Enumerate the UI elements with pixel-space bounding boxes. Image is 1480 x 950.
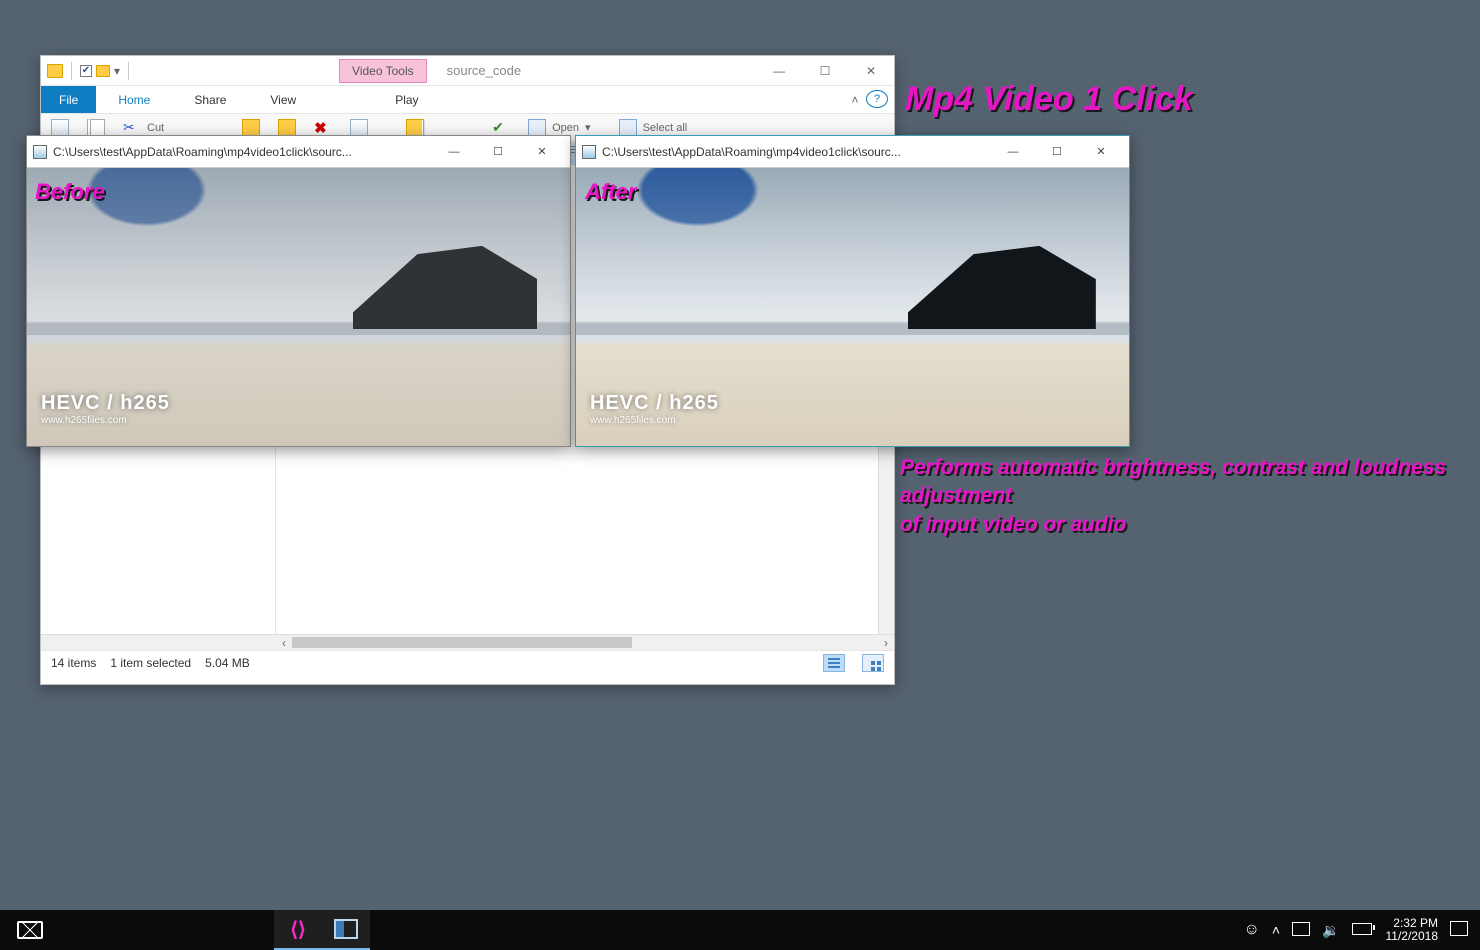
app-icon bbox=[33, 145, 47, 159]
rename-icon[interactable] bbox=[350, 119, 368, 137]
view-large-icons-button[interactable] bbox=[862, 654, 884, 672]
quick-access-toolbar: ✔ ▾ bbox=[41, 62, 139, 80]
copy-icon[interactable] bbox=[87, 119, 105, 137]
tab-share[interactable]: Share bbox=[172, 86, 248, 113]
annotation-after: After bbox=[585, 177, 636, 207]
properties-icon[interactable] bbox=[528, 119, 546, 137]
annotation-description: Performs automatic brightness, contrast … bbox=[900, 454, 1460, 539]
folder-icon bbox=[47, 64, 63, 78]
clock-date: 11/2/2018 bbox=[1386, 930, 1439, 943]
close-button[interactable]: ✕ bbox=[520, 137, 564, 167]
taskbar[interactable]: ⟨⟩ 2:32 PM 11/2/2018 bbox=[0, 910, 1480, 950]
video-window-before: C:\Users\test\AppData\Roaming\mp4video1c… bbox=[26, 135, 571, 447]
move-to-icon[interactable] bbox=[242, 119, 260, 137]
status-bar: 14 items 1 item selected 5.04 MB bbox=[41, 650, 894, 674]
select-all-icon[interactable] bbox=[619, 119, 637, 137]
video-before-title: C:\Users\test\AppData\Roaming\mp4video1c… bbox=[53, 145, 432, 159]
close-button[interactable]: ✕ bbox=[1079, 137, 1123, 167]
new-folder-icon[interactable] bbox=[406, 119, 424, 137]
annotation-before: Before bbox=[35, 177, 105, 207]
tray-overflow-icon[interactable] bbox=[1272, 922, 1280, 938]
context-tab-video-tools[interactable]: Video Tools bbox=[339, 59, 427, 83]
window-title: source_code bbox=[447, 63, 521, 78]
taskbar-app-mp4video1click[interactable]: ⟨⟩ bbox=[274, 910, 322, 950]
maximize-button[interactable]: ☐ bbox=[1035, 137, 1079, 167]
tab-home[interactable]: Home bbox=[96, 86, 172, 113]
qat-properties-icon[interactable]: ✔ bbox=[80, 65, 92, 77]
watermark: HEVC / h265 www.h265files.com bbox=[41, 392, 170, 426]
qat-dropdown-icon[interactable]: ▾ bbox=[114, 64, 120, 78]
tab-view[interactable]: View bbox=[248, 86, 318, 113]
tab-file[interactable]: File bbox=[41, 86, 96, 113]
view-details-button[interactable] bbox=[823, 654, 845, 672]
minimize-button[interactable]: — bbox=[432, 137, 476, 167]
minimize-button[interactable]: — bbox=[991, 137, 1035, 167]
easy-access-icon[interactable] bbox=[492, 119, 510, 137]
battery-icon[interactable] bbox=[1352, 922, 1374, 938]
maximize-button[interactable]: ☐ bbox=[476, 137, 520, 167]
video-after-titlebar[interactable]: C:\Users\test\AppData\Roaming\mp4video1c… bbox=[576, 136, 1129, 168]
annotation-title: Mp4 Video 1 Click bbox=[905, 77, 1193, 123]
explorer-titlebar[interactable]: ✔ ▾ Video Tools source_code — ☐ ✕ bbox=[41, 56, 894, 86]
video-before-content: HEVC / h265 www.h265files.com bbox=[27, 168, 570, 446]
video-after-content: HEVC / h265 www.h265files.com bbox=[576, 168, 1129, 446]
minimize-button[interactable]: — bbox=[756, 56, 802, 86]
taskbar-mail-icon[interactable] bbox=[6, 910, 54, 950]
cut-label: Cut bbox=[147, 122, 164, 134]
horizontal-scrollbar[interactable]: ‹ › bbox=[41, 634, 894, 650]
system-tray: 2:32 PM 11/2/2018 bbox=[1244, 917, 1474, 943]
volume-icon[interactable] bbox=[1322, 922, 1339, 939]
copy-to-icon[interactable] bbox=[278, 119, 296, 137]
qat-new-folder-icon[interactable] bbox=[96, 65, 110, 77]
status-item-count: 14 items bbox=[51, 656, 96, 670]
taskbar-app-window[interactable] bbox=[322, 910, 370, 950]
clock[interactable]: 2:32 PM 11/2/2018 bbox=[1386, 917, 1439, 943]
action-center-icon[interactable] bbox=[1450, 921, 1468, 939]
maximize-button[interactable]: ☐ bbox=[802, 56, 848, 86]
pin-icon[interactable] bbox=[51, 119, 69, 137]
app-icon bbox=[582, 145, 596, 159]
select-all-label[interactable]: Select all bbox=[643, 122, 688, 134]
watermark: HEVC / h265 www.h265files.com bbox=[590, 392, 719, 426]
ribbon-collapse-icon[interactable]: ˄ bbox=[844, 86, 866, 113]
help-icon[interactable]: ? bbox=[866, 90, 888, 108]
video-window-after: C:\Users\test\AppData\Roaming\mp4video1c… bbox=[575, 135, 1130, 447]
tab-play[interactable]: Play bbox=[373, 86, 440, 113]
people-icon[interactable] bbox=[1244, 921, 1260, 939]
delete-icon[interactable] bbox=[314, 119, 332, 137]
close-button[interactable]: ✕ bbox=[848, 56, 894, 86]
status-size: 5.04 MB bbox=[205, 656, 250, 670]
cut-icon[interactable] bbox=[123, 119, 141, 137]
video-before-titlebar[interactable]: C:\Users\test\AppData\Roaming\mp4video1c… bbox=[27, 136, 570, 168]
open-label[interactable]: Open bbox=[552, 122, 579, 134]
video-after-title: C:\Users\test\AppData\Roaming\mp4video1c… bbox=[602, 145, 991, 159]
network-icon[interactable] bbox=[1292, 922, 1310, 939]
status-selection: 1 item selected bbox=[110, 656, 191, 670]
ribbon-tabs: File Home Share View Play ˄ ? bbox=[41, 86, 894, 114]
